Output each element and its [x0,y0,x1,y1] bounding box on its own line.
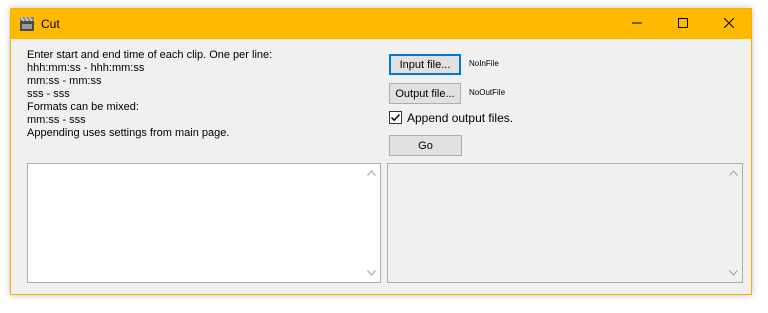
minimize-icon [632,15,642,33]
vertical-scrollbar[interactable] [363,164,380,282]
scroll-down-arrow-icon[interactable] [367,270,376,276]
vertical-scrollbar[interactable] [725,164,742,282]
title-bar[interactable]: Cut [11,9,751,39]
instruction-line: hhh:mm:ss - hhh:mm:ss [27,62,145,74]
clips-textarea[interactable] [27,163,381,283]
instructions-text: Enter start and end time of each clip. O… [27,49,272,140]
input-file-label: NoInFile [469,59,499,68]
instruction-line: mm:ss - sss [27,114,86,126]
append-checkbox[interactable] [389,111,402,124]
output-textarea[interactable] [387,163,743,283]
scroll-up-arrow-icon[interactable] [729,170,738,176]
append-checkbox-label[interactable]: Append output files. [407,111,513,125]
close-icon [723,15,735,33]
output-file-button[interactable]: Output file... [389,83,461,104]
close-button[interactable] [706,9,752,39]
maximize-button[interactable] [660,9,706,39]
checkmark-icon [390,113,401,122]
instruction-line: mm:ss - mm:ss [27,75,102,87]
instruction-line: Appending uses settings from main page. [27,127,230,139]
output-file-label: NoOutFile [469,88,506,97]
instruction-line: sss - sss [27,88,70,100]
film-clapper-icon [19,16,35,32]
instruction-line: Formats can be mixed: [27,101,139,113]
maximize-icon [678,15,688,33]
cut-window: Cut Enter start and end time of each cli… [10,8,752,295]
go-button[interactable]: Go [389,135,462,156]
scroll-down-arrow-icon[interactable] [729,270,738,276]
minimize-button[interactable] [614,9,660,39]
instruction-line: Enter start and end time of each clip. O… [27,49,273,61]
input-file-button[interactable]: Input file... [389,54,461,75]
window-title: Cut [41,17,60,31]
scroll-up-arrow-icon[interactable] [367,170,376,176]
